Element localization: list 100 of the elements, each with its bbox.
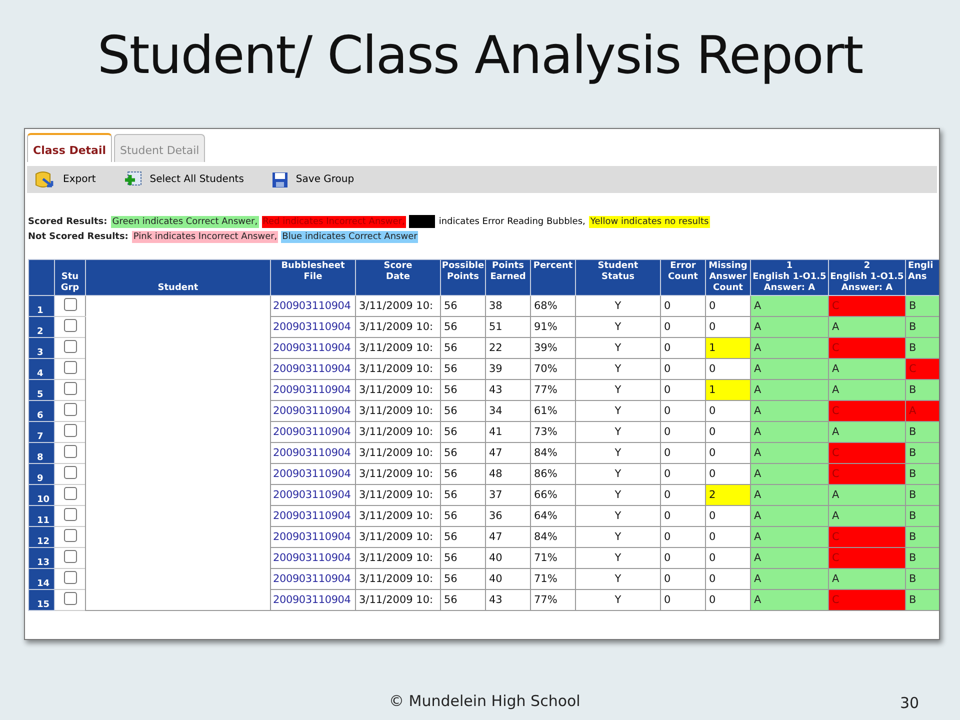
- row-checkbox[interactable]: [64, 382, 76, 395]
- table-cell: B: [906, 442, 939, 464]
- table-cell: B: [906, 506, 939, 526]
- table-cell: A: [828, 484, 906, 506]
- table-cell: 0: [660, 316, 706, 338]
- table-cell: 56: [440, 442, 486, 464]
- table-cell: C: [828, 442, 906, 464]
- table-cell: B: [906, 590, 939, 610]
- table-cell: 0: [660, 358, 706, 380]
- row-number: 11: [28, 506, 54, 526]
- table-cell: B: [906, 422, 939, 442]
- table-cell: 3/11/2009 10:: [356, 338, 440, 358]
- row-checkbox[interactable]: [64, 298, 76, 311]
- table-cell: 3/11/2009 10:: [356, 548, 440, 568]
- row-checkbox[interactable]: [64, 508, 76, 521]
- row-checkbox[interactable]: [64, 361, 76, 374]
- table-cell: 0: [660, 548, 706, 568]
- table-cell: Y: [576, 442, 660, 464]
- table-cell: 77%: [530, 380, 576, 400]
- table-cell: C: [828, 338, 906, 358]
- table-cell: 36: [486, 506, 530, 526]
- row-checkbox[interactable]: [64, 445, 76, 458]
- table-cell: 48: [486, 464, 530, 484]
- column-header: Student Status: [576, 260, 660, 296]
- table-cell: B: [906, 484, 939, 506]
- slide-title: Student/ Class Analysis Report: [97, 30, 863, 82]
- table-cell: 84%: [530, 526, 576, 548]
- select-all-button[interactable]: Select All Students: [124, 170, 244, 188]
- table-cell: 3/11/2009 10:: [356, 442, 440, 464]
- table-cell: 39%: [530, 338, 576, 358]
- save-button[interactable]: Save Group: [272, 172, 354, 188]
- table-cell: A: [750, 484, 828, 506]
- table-cell: 56: [440, 400, 486, 422]
- legend-item: Blue indicates Correct Answer: [281, 231, 418, 243]
- table-cell: 56: [440, 484, 486, 506]
- table-cell: 0: [660, 400, 706, 422]
- row-checkbox[interactable]: [64, 550, 76, 563]
- row-checkbox[interactable]: [64, 487, 76, 500]
- table-cell: Y: [576, 400, 660, 422]
- table-cell: 3/11/2009 10:: [356, 464, 440, 484]
- slide-footer: © Mundelein High School: [389, 692, 580, 710]
- row-checkbox[interactable]: [64, 529, 76, 542]
- row-checkbox[interactable]: [64, 466, 76, 479]
- table-cell: A: [828, 422, 906, 442]
- table-cell: 43: [486, 590, 530, 610]
- table-cell: 91%: [530, 316, 576, 338]
- table-cell: Y: [576, 568, 660, 590]
- table-cell: 39: [486, 358, 530, 380]
- table-cell: 37: [486, 484, 530, 506]
- table-cell: 3/11/2009 10:: [356, 296, 440, 316]
- table-cell: A: [750, 358, 828, 380]
- row-number: 2: [28, 316, 54, 338]
- table-cell: 3/11/2009 10:: [356, 380, 440, 400]
- table-cell: 2: [706, 484, 750, 506]
- table-cell: A: [750, 548, 828, 568]
- table-cell: 0: [660, 296, 706, 316]
- table-cell: 64%: [530, 506, 576, 526]
- table-cell: 47: [486, 526, 530, 548]
- column-header: Student: [86, 260, 270, 296]
- row-number: 3: [28, 338, 54, 358]
- table-cell: 38: [486, 296, 530, 316]
- table-cell: Y: [576, 422, 660, 442]
- legend-label: Scored Results:: [27, 216, 108, 228]
- table-cell: 22: [486, 338, 530, 358]
- table-cell: 3/11/2009 10:: [356, 526, 440, 548]
- table-cell: A: [750, 526, 828, 548]
- table-cell: 77%: [530, 590, 576, 610]
- column-header: Possible Points: [440, 260, 486, 296]
- row-number: 1: [28, 296, 54, 316]
- row-checkbox[interactable]: [64, 403, 76, 416]
- table-cell: 40: [486, 548, 530, 568]
- row-number: 4: [28, 358, 54, 380]
- table-cell: 56: [440, 380, 486, 400]
- table-cell: A: [750, 568, 828, 590]
- row-checkbox[interactable]: [64, 424, 76, 437]
- table-cell: 56: [440, 296, 486, 316]
- legend-item: Yellow indicates no results: [589, 216, 710, 228]
- row-checkbox[interactable]: [64, 340, 76, 353]
- table-cell: Y: [576, 380, 660, 400]
- row-number: 8: [28, 442, 54, 464]
- row-number: 5: [28, 380, 54, 400]
- table-cell: 43: [486, 380, 530, 400]
- tab[interactable]: Class Detail: [27, 133, 112, 162]
- row-checkbox[interactable]: [64, 319, 76, 332]
- grid-plus-icon: [124, 170, 142, 188]
- table-cell: 1: [706, 338, 750, 358]
- table-cell: 41: [486, 422, 530, 442]
- export-button[interactable]: Export: [35, 170, 96, 188]
- table-cell: 84%: [530, 442, 576, 464]
- table-cell: 56: [440, 422, 486, 442]
- row-checkbox[interactable]: [64, 592, 76, 605]
- column-header: Points Earned: [486, 260, 530, 296]
- table-cell: B: [906, 380, 939, 400]
- legend-text: indicates Error Reading Bubbles,: [438, 216, 586, 228]
- table-cell: 56: [440, 568, 486, 590]
- column-header: Missing Answer Count: [706, 260, 750, 296]
- row-checkbox[interactable]: [64, 571, 76, 584]
- legend-label: Not Scored Results:: [27, 231, 130, 243]
- table-cell: 34: [486, 400, 530, 422]
- table-cell: C: [828, 526, 906, 548]
